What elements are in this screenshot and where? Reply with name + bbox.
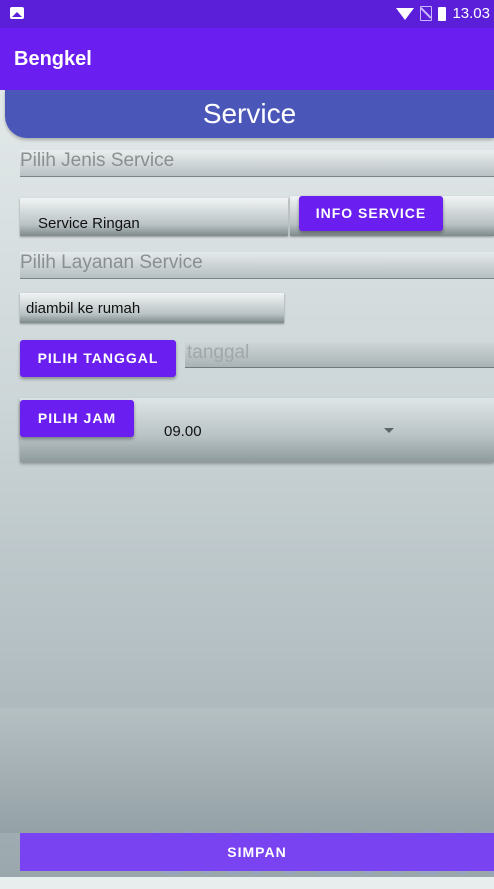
app-title: Bengkel <box>14 48 92 70</box>
status-bar: 13.03 <box>0 0 494 28</box>
wifi-icon <box>396 7 415 20</box>
pilih-tanggal-button[interactable]: PILIH TANGGAL <box>20 340 176 377</box>
jam-spinner-value[interactable]: 09.00 <box>164 423 202 440</box>
jenis-service-spinner[interactable]: Service Ringan <box>20 198 288 236</box>
jenis-service-value: Service Ringan <box>38 215 140 232</box>
status-icons: 13.03 <box>396 5 490 22</box>
layanan-service-label: Pilih Layanan Service <box>20 252 494 279</box>
dropdown-arrow-icon[interactable] <box>384 428 394 433</box>
jenis-service-label: Pilih Jenis Service <box>20 150 494 177</box>
image-notification-icon <box>10 7 24 19</box>
info-service-button[interactable]: INFO SERVICE <box>299 196 443 231</box>
page-title: Service <box>5 90 494 138</box>
layanan-service-spinner[interactable]: diambil ke rumah <box>20 293 284 323</box>
lower-background <box>0 708 494 833</box>
layanan-service-value: diambil ke rumah <box>26 300 141 317</box>
simpan-button[interactable]: SIMPAN <box>20 833 494 871</box>
no-sim-icon <box>420 6 433 21</box>
battery-icon <box>438 6 447 21</box>
tanggal-field[interactable]: tanggal <box>185 342 494 368</box>
app-bar: Bengkel <box>0 28 494 90</box>
status-time: 13.03 <box>452 5 490 22</box>
pilih-jam-button[interactable]: PILIH JAM <box>20 400 134 437</box>
